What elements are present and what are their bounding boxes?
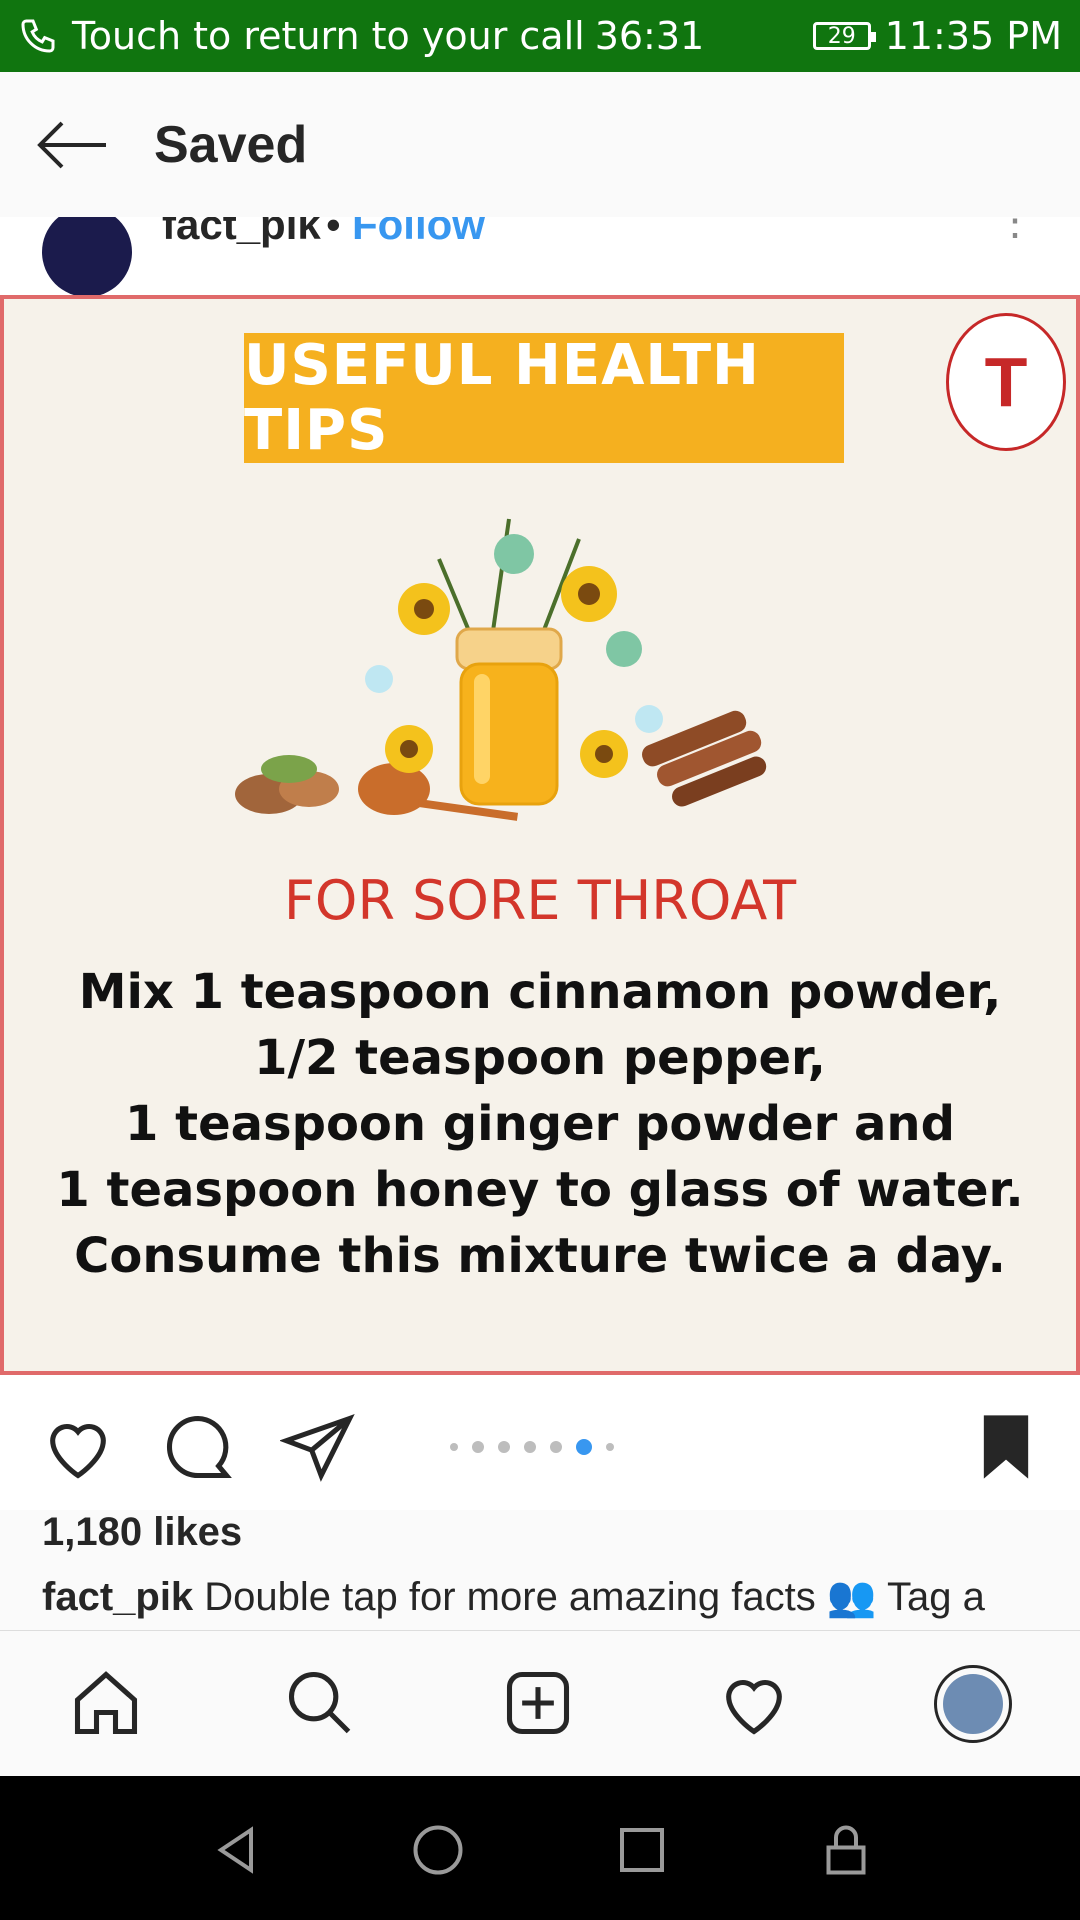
- back-triangle-icon[interactable]: [206, 1820, 266, 1880]
- heart-icon[interactable]: [716, 1665, 792, 1741]
- recipe-text: Mix 1 teaspoon cinnamon powder, 1/2 teas…: [4, 959, 1076, 1289]
- time-for-learning-logo: T: [946, 313, 1066, 451]
- bookmark-icon[interactable]: [968, 1409, 1044, 1485]
- page-title: Saved: [154, 115, 308, 174]
- remedy-title: FOR SORE THROAT: [283, 869, 797, 932]
- carousel-dots: [450, 1439, 614, 1455]
- recipe-line: 1/2 teaspoon pepper,: [254, 1030, 826, 1086]
- search-icon[interactable]: [282, 1665, 358, 1741]
- call-return-banner[interactable]: Touch to return to your call 36:31: [0, 14, 704, 58]
- carousel-dot: [606, 1443, 614, 1451]
- post-actions: [0, 1375, 1080, 1510]
- share-icon[interactable]: [280, 1409, 356, 1485]
- separator: •: [326, 217, 341, 248]
- likes-count[interactable]: 1,180 likes: [42, 1510, 242, 1555]
- bottom-nav: [0, 1630, 1080, 1777]
- carousel-dot: [450, 1443, 458, 1451]
- recipe-line: Consume this mixture twice a day.: [74, 1228, 1006, 1284]
- arrow-left-icon[interactable]: [34, 117, 110, 173]
- home-circle-icon[interactable]: [408, 1820, 468, 1880]
- recents-square-icon[interactable]: [612, 1820, 672, 1880]
- recipe-line: 1 teaspoon honey to glass of water.: [56, 1162, 1024, 1218]
- clock: 11:35 PM: [884, 14, 1062, 58]
- home-icon[interactable]: [68, 1665, 144, 1741]
- caption-tail: Tag a: [887, 1575, 985, 1619]
- phone-icon: [21, 19, 55, 53]
- battery-level: 29: [827, 23, 856, 49]
- add-icon[interactable]: [500, 1665, 576, 1741]
- carousel-dot: [550, 1441, 562, 1453]
- more-vertical-icon[interactable]: ⋮: [994, 217, 1036, 241]
- post-username[interactable]: fact_pik: [162, 217, 321, 249]
- battery-icon: 29: [812, 22, 876, 50]
- carousel-dot-active: [576, 1439, 592, 1455]
- lock-icon[interactable]: [816, 1820, 876, 1880]
- top-bar: Saved: [0, 72, 1080, 218]
- honey-jar-illustration: [235, 518, 767, 821]
- follow-button[interactable]: Follow: [352, 217, 485, 249]
- carousel-dot: [472, 1441, 484, 1453]
- logo-letter: T: [984, 343, 1028, 421]
- carousel-dot: [524, 1441, 536, 1453]
- caption-username[interactable]: fact_pik: [42, 1575, 193, 1619]
- call-text: Touch to return to your call: [72, 14, 585, 58]
- post-header: fact_pik • Follow ⋮: [0, 217, 1080, 295]
- banner-text: USEFUL HEALTH TIPS: [244, 333, 844, 463]
- recipe-line: Mix 1 teaspoon cinnamon powder,: [78, 964, 1002, 1020]
- caption[interactable]: fact_pik Double tap for more amazing fac…: [42, 1573, 1042, 1620]
- system-nav-bar: [0, 1776, 1080, 1920]
- profile-avatar[interactable]: [934, 1665, 1012, 1743]
- caption-text: Double tap for more amazing facts: [204, 1575, 816, 1619]
- people-emoji-icon: 👥: [826, 1575, 877, 1619]
- comment-icon[interactable]: [160, 1409, 236, 1485]
- post-image[interactable]: USEFUL HEALTH TIPS T FOR SORE THROAT Mix…: [0, 295, 1080, 1375]
- status-bar[interactable]: Touch to return to your call 36:31 29 11…: [0, 0, 1080, 72]
- heart-icon[interactable]: [40, 1409, 116, 1485]
- carousel-dot: [498, 1441, 510, 1453]
- profile-photo: [943, 1674, 1003, 1734]
- post-avatar[interactable]: [42, 217, 132, 295]
- call-timer: 36:31: [594, 14, 705, 58]
- health-tips-banner: USEFUL HEALTH TIPS: [244, 333, 844, 463]
- recipe-line: 1 teaspoon ginger powder and: [125, 1096, 955, 1152]
